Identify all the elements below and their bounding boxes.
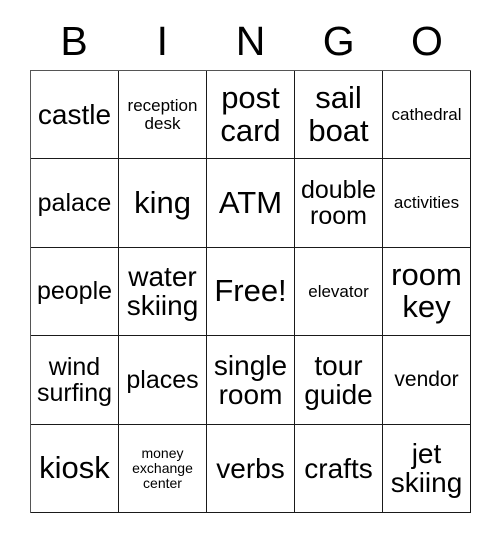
bingo-cell-b5[interactable]: kiosk: [31, 424, 119, 513]
bingo-cell-g3[interactable]: elevator: [295, 247, 383, 337]
bingo-header-letter-o: O: [410, 17, 443, 64]
bingo-cell-label: jet skiing: [390, 438, 463, 499]
bingo-cell-label: double room: [300, 176, 377, 231]
bingo-header-letter-i: I: [156, 17, 168, 64]
bingo-header-letter-g: G: [322, 17, 355, 64]
bingo-cell-o2[interactable]: activities: [383, 159, 471, 248]
bingo-cell-b3[interactable]: people: [31, 247, 119, 337]
bingo-cell-g1[interactable]: sail boat: [295, 71, 383, 160]
bingo-cell-o1[interactable]: cathedral: [383, 71, 471, 160]
bingo-cell-label: money exchange center: [132, 445, 193, 491]
bingo-free-space-label: Free!: [214, 273, 287, 309]
bingo-cell-g4[interactable]: tour guide: [295, 336, 383, 425]
bingo-cell-label: elevator: [308, 281, 369, 301]
bingo-cell-g2[interactable]: double room: [295, 159, 383, 248]
bingo-cell-g5[interactable]: crafts: [295, 424, 383, 513]
bingo-cell-i4[interactable]: places: [119, 336, 207, 425]
bingo-cell-label: activities: [393, 193, 460, 213]
bingo-cell-n1[interactable]: post card: [207, 71, 295, 160]
bingo-cell-label: palace: [37, 189, 112, 218]
bingo-cell-label: vendor: [394, 367, 459, 391]
bingo-cell-label: places: [126, 365, 199, 394]
bingo-cell-label: people: [36, 277, 113, 306]
bingo-cell-label: reception desk: [127, 96, 198, 133]
bingo-cell-b4[interactable]: wind surfing: [31, 336, 119, 425]
bingo-cell-label: sail boat: [308, 80, 369, 148]
bingo-cell-n5[interactable]: verbs: [207, 424, 295, 513]
bingo-cell-o5[interactable]: jet skiing: [383, 424, 471, 513]
bingo-cell-i2[interactable]: king: [119, 159, 207, 248]
bingo-cell-label: castle: [37, 99, 112, 131]
bingo-cell-o3[interactable]: room key: [383, 247, 471, 337]
bingo-header-letter-b: B: [60, 17, 88, 64]
bingo-header-letter-n: N: [235, 17, 266, 64]
bingo-cell-label: ATM: [218, 184, 283, 220]
bingo-cell-b1[interactable]: castle: [31, 71, 119, 160]
bingo-cell-label: post card: [220, 80, 281, 148]
bingo-cell-label: room key: [391, 257, 462, 325]
bingo-cell-i1[interactable]: reception desk: [119, 71, 207, 160]
bingo-cell-n2[interactable]: ATM: [207, 159, 295, 248]
bingo-cell-label: kiosk: [39, 450, 110, 486]
bingo-cell-b2[interactable]: palace: [31, 159, 119, 248]
bingo-cell-label: verbs: [216, 452, 285, 484]
bingo-grid: castle reception desk post card sail boa…: [30, 70, 471, 513]
bingo-cell-label: cathedral: [391, 104, 462, 124]
bingo-cell-label: water skiing: [126, 261, 199, 322]
bingo-cell-o4[interactable]: vendor: [383, 336, 471, 425]
bingo-cell-label: single room: [213, 349, 288, 410]
bingo-cell-label: king: [134, 184, 191, 220]
bingo-header-row: B I N G O: [30, 14, 471, 68]
bingo-cell-free-space[interactable]: Free!: [207, 247, 295, 337]
bingo-cell-i5[interactable]: money exchange center: [119, 424, 207, 513]
bingo-cell-n4[interactable]: single room: [207, 336, 295, 425]
bingo-cell-i3[interactable]: water skiing: [119, 247, 207, 337]
bingo-cell-label: wind surfing: [36, 352, 113, 407]
bingo-cell-label: crafts: [304, 452, 373, 484]
bingo-card: B I N G O castle reception desk post car…: [0, 0, 500, 544]
bingo-cell-label: tour guide: [304, 349, 373, 410]
